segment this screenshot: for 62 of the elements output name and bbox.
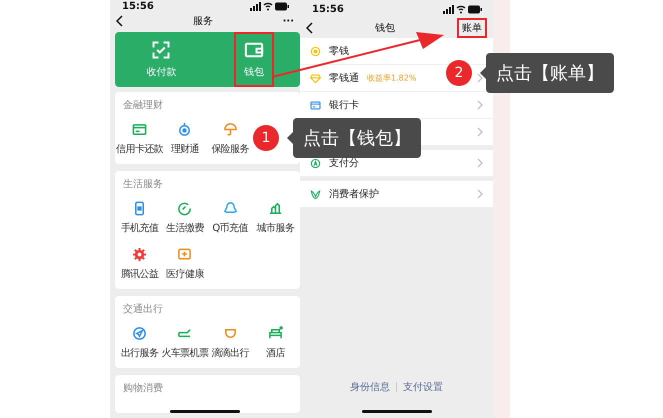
shield-icon: [310, 188, 321, 200]
section-title: 金融理财: [122, 98, 164, 112]
score-icon: [310, 158, 321, 168]
status-icons: [443, 4, 483, 14]
bed-icon: [268, 326, 283, 341]
service-label[interactable]: 出行服务: [120, 346, 158, 360]
row-label: 零钱: [329, 45, 349, 58]
footer-link[interactable]: 身份信息: [350, 380, 390, 394]
city-icon: [268, 201, 283, 216]
home-indicator: [362, 410, 432, 413]
compass-icon: [132, 326, 148, 341]
back-icon[interactable]: [306, 22, 313, 34]
status-time: 15:56: [122, 1, 154, 12]
service-label[interactable]: 火车票机票: [161, 346, 208, 360]
drop-icon: [177, 122, 192, 137]
footer-link[interactable]: 支付设置: [403, 380, 443, 394]
service-label[interactable]: 理财通: [170, 142, 199, 156]
service-label[interactable]: 城市服务: [256, 221, 294, 235]
screen-title: 服务: [192, 15, 213, 28]
card-icon: [310, 100, 321, 110]
service-label[interactable]: 医疗健康: [166, 267, 204, 281]
chevron-icon: [477, 73, 483, 83]
section-title: 购物消费: [122, 382, 164, 395]
callout-tooltip: 点击【钱包】: [287, 118, 421, 158]
callout-tooltip: 点击【账单】: [480, 53, 614, 93]
umbrella-icon: [222, 122, 238, 137]
more-button[interactable]: ···: [282, 16, 294, 27]
card-icon: [132, 122, 148, 137]
row-label: 零钱通: [329, 72, 359, 85]
row-label: 消费者保护: [329, 188, 379, 201]
cup-icon: [222, 326, 238, 341]
service-label[interactable]: 信用卡还款: [116, 142, 164, 156]
yield-label: 收益率1.82%: [367, 73, 416, 84]
chevron-icon: [477, 189, 483, 199]
back-icon[interactable]: [116, 15, 123, 28]
service-label[interactable]: 滴滴出行: [211, 346, 249, 360]
bill-button[interactable]: 账单: [457, 18, 487, 38]
status-time: 15:56: [312, 4, 344, 14]
section-title: 生活服务: [122, 178, 164, 191]
scan-icon: [151, 40, 172, 60]
penguin-icon: [222, 201, 238, 216]
coin-icon: [310, 46, 321, 56]
chevron-icon: [477, 100, 483, 110]
gear-icon: [132, 247, 148, 262]
chevron-icon: [477, 127, 483, 137]
row-label: 支付分: [329, 157, 359, 170]
service-label[interactable]: 酒店: [266, 346, 285, 360]
service-label[interactable]: 生活缴费: [166, 221, 204, 235]
status-icons: [250, 2, 290, 12]
service-label[interactable]: Q币充值: [212, 221, 248, 235]
service-label[interactable]: 腾讯公益: [120, 267, 158, 281]
section-title: 交通出行: [122, 302, 164, 316]
chevron-icon: [477, 158, 483, 168]
wallet-icon: [244, 40, 264, 60]
diamond-icon: [310, 72, 321, 84]
service-label[interactable]: 手机充值: [120, 221, 158, 235]
leaf-icon: [177, 201, 192, 216]
home-indicator: [170, 410, 240, 413]
row-label: 银行卡: [329, 98, 359, 112]
screen-title: 钱包: [375, 22, 395, 35]
medical-icon: [177, 247, 192, 262]
service-label[interactable]: 保险服务: [211, 142, 249, 156]
